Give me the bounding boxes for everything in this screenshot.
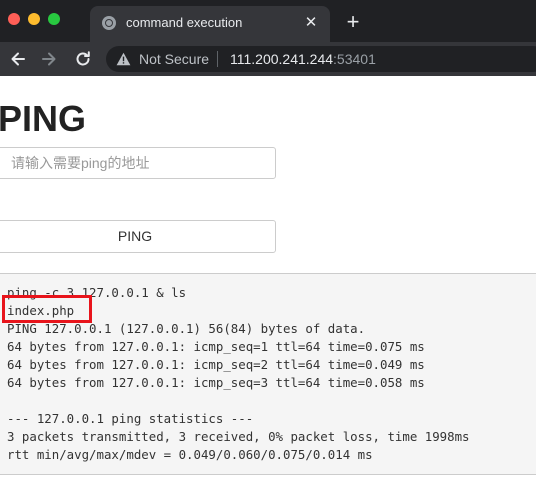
url-text[interactable]: 111.200.241.244:53401 [230, 51, 376, 67]
omnibox-divider [217, 51, 218, 67]
window-close-button[interactable] [8, 13, 20, 25]
globe-icon [102, 16, 116, 30]
output-line: --- 127.0.0.1 ping statistics --- [7, 411, 254, 426]
warning-icon[interactable] [116, 52, 131, 66]
url-port: :53401 [333, 51, 376, 67]
not-secure-label[interactable]: Not Secure [139, 51, 209, 67]
url-host: 111.200.241.244 [230, 51, 334, 67]
forward-arrow-icon[interactable] [38, 48, 60, 70]
browser-toolbar: Not Secure 111.200.241.244:53401 [0, 42, 536, 76]
tab-close-icon[interactable]: ✕ [302, 14, 320, 32]
back-arrow-icon[interactable] [7, 48, 29, 70]
output-line: 64 bytes from 127.0.0.1: icmp_seq=2 ttl=… [7, 357, 425, 372]
output-line: 64 bytes from 127.0.0.1: icmp_seq=3 ttl=… [7, 375, 425, 390]
window-minimize-button[interactable] [28, 13, 40, 25]
output-line: rtt min/avg/max/mdev = 0.049/0.060/0.075… [7, 447, 373, 462]
window-zoom-button[interactable] [48, 13, 60, 25]
page-title: PING [0, 98, 87, 139]
output-line: 64 bytes from 127.0.0.1: icmp_seq=1 ttl=… [7, 339, 425, 354]
browser-titlebar: command execution ✕ + [0, 0, 536, 42]
new-tab-button[interactable]: + [341, 10, 365, 34]
reload-icon[interactable] [72, 48, 94, 70]
command-output: ping -c 3 127.0.0.1 & ls index.php PING … [0, 273, 536, 475]
tab-title: command execution [126, 15, 243, 30]
page-content: PING PING ping -c 3 127.0.0.1 & ls index… [0, 76, 536, 482]
address-input[interactable] [0, 147, 276, 179]
output-line: 3 packets transmitted, 3 received, 0% pa… [7, 429, 470, 444]
address-bar[interactable]: Not Secure 111.200.241.244:53401 [106, 46, 536, 72]
browser-tab[interactable]: command execution ✕ [90, 6, 330, 42]
ping-button[interactable]: PING [0, 220, 276, 253]
highlight-annotation-box [2, 295, 92, 323]
